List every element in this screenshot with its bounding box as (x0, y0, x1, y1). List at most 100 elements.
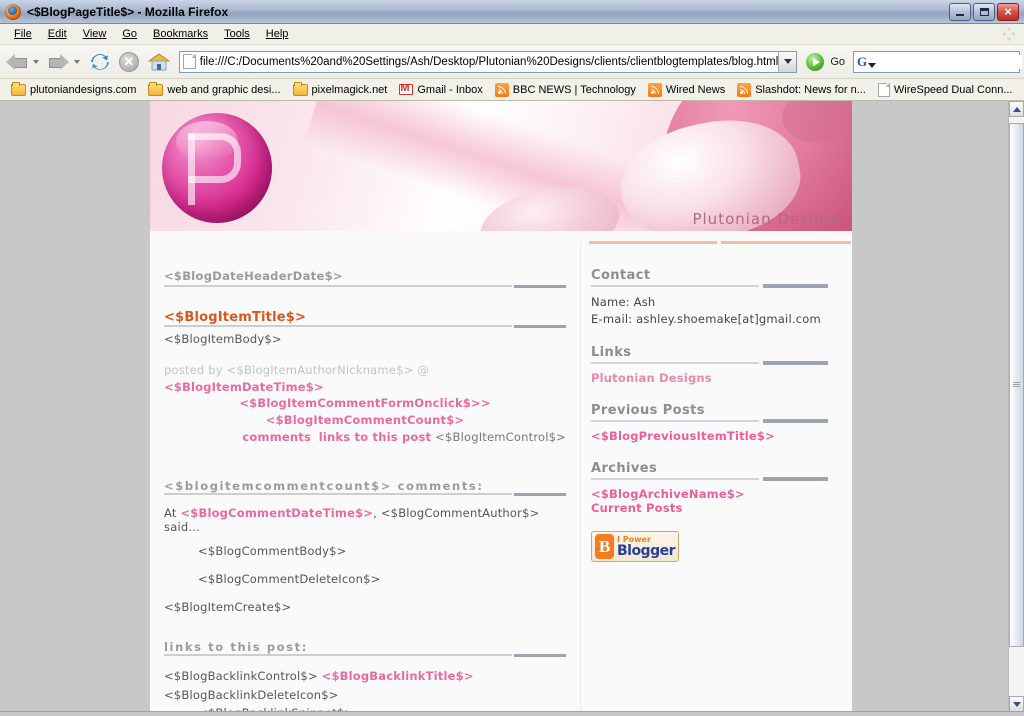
chevron-down-icon (1012, 701, 1021, 707)
rss-icon (494, 82, 509, 97)
bookmark-slashdot[interactable]: Slashdot: News for n... (732, 82, 871, 98)
search-engine-dropdown-icon[interactable] (868, 62, 877, 68)
close-button[interactable]: × (997, 2, 1019, 21)
scrollbar-track[interactable] (1009, 117, 1024, 696)
firefox-logo-icon (5, 3, 21, 20)
comment-count[interactable]: <$BlogItemCommentCount$> (266, 413, 464, 427)
post-meta-line3: comments links to this post <$BlogItemCo… (164, 429, 566, 446)
main-column: <$BlogDateHeaderDate$> <$BlogItemTitle$>… (150, 241, 580, 712)
menubar: File Edit View Go Bookmarks Tools Help (0, 24, 1024, 45)
post-meta-at: @ (417, 363, 430, 377)
sidebar-links-heading: Links (591, 345, 632, 361)
menu-help-label: Help (265, 28, 289, 40)
menu-bookmarks[interactable]: Bookmarks (145, 26, 216, 42)
go-arrow-icon (812, 57, 820, 66)
bookmark-gmail[interactable]: Gmail - Inbox (394, 83, 487, 97)
sidebar-archive-current-posts[interactable]: Current Posts (591, 501, 838, 515)
comment-author: <$BlogCommentAuthor$> (380, 506, 540, 521)
bookmark-label: BBC NEWS | Technology (512, 83, 636, 96)
back-button[interactable] (4, 50, 30, 74)
stop-icon: ✕ (123, 54, 135, 69)
powered-by-blogger-badge[interactable]: B I Power Blogger (591, 531, 679, 563)
scrollbar-thumb[interactable] (1009, 123, 1024, 647)
comments-heading-rule (164, 493, 566, 497)
google-g-icon[interactable]: G (857, 55, 867, 68)
backlink-title[interactable]: <$BlogBacklinkTitle$> (322, 669, 474, 683)
scroll-up-button[interactable] (1009, 101, 1024, 117)
sidebar-archive-name[interactable]: <$BlogArchiveName$> (591, 487, 838, 501)
minimize-button[interactable] (949, 2, 971, 21)
bookmark-web-and-graphic-design[interactable]: web and graphic desi... (143, 81, 285, 97)
folder-icon (148, 81, 164, 96)
menu-file[interactable]: File (6, 26, 40, 42)
menu-help[interactable]: Help (258, 26, 297, 42)
search-input[interactable] (876, 54, 1023, 69)
date-header: <$BlogDateHeaderDate$> (164, 269, 343, 283)
post-datetime[interactable]: <$BlogItemDateTime$> (164, 380, 324, 394)
forward-button[interactable] (45, 50, 71, 74)
item-create[interactable]: <$BlogItemCreate$> (164, 600, 566, 614)
address-bar-dropdown-button[interactable] (778, 51, 797, 72)
backlink-delete-icon[interactable]: <$BlogBacklinkDeleteIcon$> (164, 686, 566, 704)
sidebar-links-rule (591, 361, 838, 366)
maximize-button[interactable] (973, 2, 995, 21)
links-to-this-post-link[interactable]: links to this post (319, 430, 432, 444)
page-canvas: Plutonian Designs <$BlogDateHeaderDate$>… (0, 101, 1008, 712)
forward-arrow-icon (47, 53, 69, 70)
search-box[interactable]: G (853, 50, 1023, 73)
comments-heading: <$blogitemcommentcount$> comments: (164, 479, 484, 494)
sidebar-previous-item[interactable]: <$BlogPreviousItemTitle$> (591, 429, 838, 443)
plutonian-logo-icon (162, 113, 272, 223)
comments-link[interactable]: comments (242, 430, 311, 444)
post-title-rule (164, 325, 566, 328)
item-control: <$BlogItemControl$> (435, 429, 566, 444)
page-icon (182, 54, 196, 69)
sidebar-previous-rule (591, 419, 838, 424)
menu-bookmarks-label: Bookmarks (153, 28, 209, 40)
links-to-post-heading: links to this post: (164, 640, 308, 655)
sidebar-body: Contact Name: Ash E-mail: ashley.shoemak… (581, 244, 852, 563)
go-button[interactable] (806, 52, 825, 71)
backlink-line1: <$BlogBacklinkControl$> <$BlogBacklinkTi… (164, 667, 566, 685)
page-icon (877, 82, 890, 97)
menu-edit[interactable]: Edit (40, 26, 75, 42)
back-history-dropdown-icon[interactable] (32, 59, 39, 64)
forward-history-dropdown-icon[interactable] (73, 59, 80, 64)
menu-view-label: View (82, 28, 107, 40)
blog-page: Plutonian Designs <$BlogDateHeaderDate$>… (150, 101, 852, 712)
chevron-up-icon (1012, 106, 1021, 112)
post-body: <$BlogItemBody$> (164, 332, 282, 346)
bookmark-wired-news[interactable]: Wired News (643, 82, 730, 98)
menu-file-label: File (14, 28, 32, 40)
scroll-down-button[interactable] (1009, 696, 1024, 712)
menu-tools[interactable]: Tools (216, 26, 258, 42)
post-meta-line1: posted by <$BlogItemAuthorNickname$> @ <… (164, 362, 566, 395)
bookmark-pixelmagick[interactable]: pixelmagick.net (288, 81, 393, 97)
sidebar-link-plutonian-designs[interactable]: Plutonian Designs (591, 371, 838, 385)
menu-edit-label: Edit (47, 28, 67, 40)
banner-brand-text: Plutonian Designs (692, 210, 844, 228)
stop-button[interactable]: ✕ (118, 51, 139, 72)
address-bar[interactable]: file:///C:/Documents%20and%20Settings/As… (178, 50, 798, 73)
comment-form-onclick[interactable]: <$BlogItemCommentFormOnclick$>> (239, 396, 490, 410)
bookmarks-toolbar: plutoniandesigns.com web and graphic des… (0, 79, 1024, 101)
bookmark-label: web and graphic desi... (167, 83, 281, 96)
comment-datetime[interactable]: <$BlogCommentDateTime$> (180, 506, 373, 520)
site-banner: Plutonian Designs (150, 101, 852, 231)
post-title[interactable]: <$BlogItemTitle$> (164, 310, 566, 325)
vertical-scrollbar[interactable] (1008, 101, 1024, 712)
gmail-icon (399, 84, 414, 95)
address-bar-value: file:///C:/Documents%20and%20Settings/As… (199, 55, 779, 68)
window-title: <$BlogPageTitle$> - Mozilla Firefox (27, 4, 229, 19)
menu-go-label: Go (122, 28, 138, 40)
bookmark-plutoniandesigns[interactable]: plutoniandesigns.com (6, 81, 141, 97)
browser-viewport: Plutonian Designs <$BlogDateHeaderDate$>… (0, 101, 1024, 712)
comment-delete-icon[interactable]: <$BlogCommentDeleteIcon$> (164, 572, 566, 586)
menu-view[interactable]: View (75, 26, 115, 42)
reload-button[interactable] (89, 51, 111, 73)
links-heading-rule (164, 654, 566, 658)
menu-go[interactable]: Go (114, 26, 145, 42)
home-button[interactable] (147, 52, 171, 72)
bookmark-wirespeed[interactable]: WireSpeed Dual Conn... (873, 82, 1018, 98)
bookmark-bbc-news[interactable]: BBC NEWS | Technology (490, 82, 641, 98)
